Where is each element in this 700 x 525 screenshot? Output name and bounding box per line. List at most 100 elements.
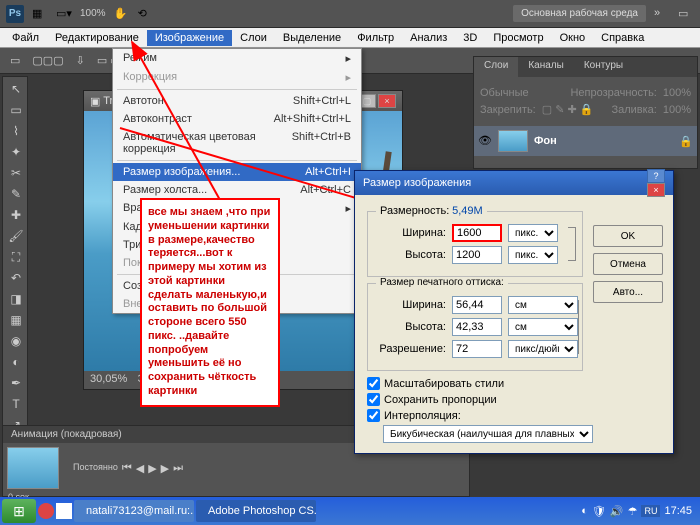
dialog-help-icon[interactable]: ? [647, 169, 665, 183]
menu-3d[interactable]: 3D [455, 30, 485, 46]
tray-lang-icon[interactable]: RU [641, 505, 660, 517]
opera-icon[interactable] [38, 503, 54, 519]
layer-name[interactable]: Фон [534, 135, 557, 147]
rotate-icon[interactable]: ⟲ [138, 7, 154, 21]
hand-icon[interactable]: ✋ [114, 7, 130, 21]
cancel-button[interactable]: Отмена [593, 253, 663, 275]
anim-next-icon[interactable]: ▶ [161, 462, 169, 475]
pheight-label: Высота: [374, 321, 446, 333]
eraser-tool[interactable]: ◨ [5, 289, 27, 309]
menu-file[interactable]: Файл [4, 30, 47, 46]
ok-button[interactable]: OK [593, 225, 663, 247]
expand-icon[interactable]: » [654, 7, 670, 21]
res-unit[interactable]: пикс/дюйм [508, 340, 578, 358]
panels-right: Слои Каналы Контуры Обычные Непрозрачнос… [473, 56, 698, 169]
history-tool[interactable]: ↶ [5, 268, 27, 288]
lasso-tool[interactable]: ⌇ [5, 121, 27, 141]
workspace-selector[interactable]: Основная рабочая среда [513, 5, 646, 22]
menu-select[interactable]: Выделение [275, 30, 349, 46]
start-button[interactable]: ⊞ [2, 499, 36, 523]
dd-adjustments[interactable]: Коррекция▸ [113, 68, 361, 87]
menu-layers[interactable]: Слои [232, 30, 275, 46]
blur-tool[interactable]: ◉ [5, 331, 27, 351]
interp-check[interactable]: Интерполяция: [367, 409, 583, 422]
res-input[interactable] [452, 340, 502, 358]
interp-select[interactable]: Бикубическая (наилучшая для плавных град… [383, 425, 593, 443]
menu-image[interactable]: Изображение [147, 30, 232, 46]
doc-close-icon[interactable]: × [378, 94, 396, 108]
opacity-value[interactable]: 100% [663, 87, 691, 99]
taskbar-item-photoshop[interactable]: Adobe Photoshop CS... [196, 500, 316, 522]
wand-tool[interactable]: ✦ [5, 142, 27, 162]
dd-autocontrast[interactable]: АвтоконтрастAlt+Shift+Ctrl+L [113, 110, 361, 128]
heal-tool[interactable]: ✚ [5, 205, 27, 225]
min-icon[interactable]: ▭ [678, 7, 694, 21]
ps-logo: Ps [6, 5, 24, 23]
width-label: Ширина: [374, 227, 446, 239]
anim-frame[interactable]: 0 сек. [7, 447, 59, 489]
anim-last-icon[interactable]: ⏭ [173, 462, 183, 475]
layer-thumb[interactable] [498, 130, 528, 152]
width-unit[interactable]: пикс. [508, 224, 558, 242]
gradient-tool[interactable]: ▦ [5, 310, 27, 330]
dd-autocolor[interactable]: Автоматическая цветовая коррекцияShift+C… [113, 128, 361, 158]
crop-tool[interactable]: ✂ [5, 163, 27, 183]
zoom-value[interactable]: 100% [80, 8, 106, 19]
tab-layers[interactable]: Слои [474, 57, 518, 77]
tray-volume-icon[interactable]: 🔊 [610, 505, 624, 518]
scale-styles-check[interactable]: Масштабировать стили [367, 377, 583, 390]
menu-help[interactable]: Справка [593, 30, 652, 46]
menu-view[interactable]: Просмотр [485, 30, 551, 46]
lock-icons[interactable]: ▢ ✎ ✚ 🔒 [542, 103, 594, 116]
tab-paths[interactable]: Контуры [574, 57, 633, 77]
anim-first-icon[interactable]: ⏮ [122, 462, 132, 475]
height-input[interactable] [452, 246, 502, 264]
pwidth-unit[interactable]: см [508, 296, 578, 314]
menu-analysis[interactable]: Анализ [402, 30, 455, 46]
menu-edit[interactable]: Редактирование [47, 30, 147, 46]
tray-icon[interactable]: ◐ [581, 505, 588, 517]
stamp-tool[interactable]: ⛶ [5, 247, 27, 267]
visibility-icon[interactable]: 👁 [478, 134, 492, 148]
menu-filter[interactable]: Фильтр [349, 30, 402, 46]
fill-value[interactable]: 100% [663, 104, 691, 116]
tray-icon[interactable]: ☂ [628, 505, 638, 518]
dialog-titlebar[interactable]: Размер изображения ?× [355, 171, 673, 195]
pheight-unit[interactable]: см [508, 318, 578, 336]
dd-mode[interactable]: Режим▸ [113, 49, 361, 68]
auto-button[interactable]: Авто... [593, 281, 663, 303]
brush-tool[interactable]: 🖌 [5, 226, 27, 246]
width-input[interactable] [452, 224, 502, 242]
blend-mode[interactable]: Обычные [480, 87, 564, 99]
opt-shape-icon[interactable]: ▭ [10, 54, 20, 67]
anim-play-icon[interactable]: ▶ [148, 462, 156, 475]
taskbar-item-mail[interactable]: natali73123@mail.ru:... [74, 500, 194, 522]
anim-loop[interactable]: Постоянно [73, 462, 118, 475]
marquee-tool[interactable]: ▭ [5, 100, 27, 120]
bridge-icon[interactable]: ▦ [32, 7, 48, 21]
height-unit[interactable]: пикс. [508, 246, 558, 264]
pwidth-input[interactable] [452, 296, 502, 314]
dd-autotone[interactable]: АвтотонShift+Ctrl+L [113, 92, 361, 110]
layer-row[interactable]: 👁 Фон 🔒 [474, 126, 697, 156]
dodge-tool[interactable]: ◐ [5, 352, 27, 372]
dd-canvas-size[interactable]: Размер холста...Alt+Ctrl+C [113, 181, 361, 199]
annotation-text: все мы знаем ,что при уменьшении картинк… [140, 198, 280, 407]
tab-channels[interactable]: Каналы [518, 57, 574, 77]
pheight-input[interactable] [452, 318, 502, 336]
doc-zoom[interactable]: 30,05% [90, 373, 127, 387]
type-tool[interactable]: T [5, 394, 27, 414]
anim-prev-icon[interactable]: ◀ [136, 462, 144, 475]
menu-window[interactable]: Окно [552, 30, 594, 46]
pen-tool[interactable]: ✒ [5, 373, 27, 393]
keep-ratio-check[interactable]: Сохранить пропорции [367, 393, 583, 406]
tray-icon[interactable]: 🛡 [592, 505, 606, 518]
opt-layers-icon[interactable]: ▢▢▢ [32, 54, 63, 67]
dd-image-size[interactable]: Размер изображения...Alt+Ctrl+I [113, 163, 361, 181]
eyedropper-tool[interactable]: ✎ [5, 184, 27, 204]
app-icon[interactable] [56, 503, 72, 519]
chevron-down-icon[interactable]: ⇩ [76, 54, 85, 67]
move-tool[interactable]: ↖ [5, 79, 27, 99]
layout-icon[interactable]: ▭▾ [56, 7, 72, 21]
clock[interactable]: 17:45 [664, 505, 692, 517]
